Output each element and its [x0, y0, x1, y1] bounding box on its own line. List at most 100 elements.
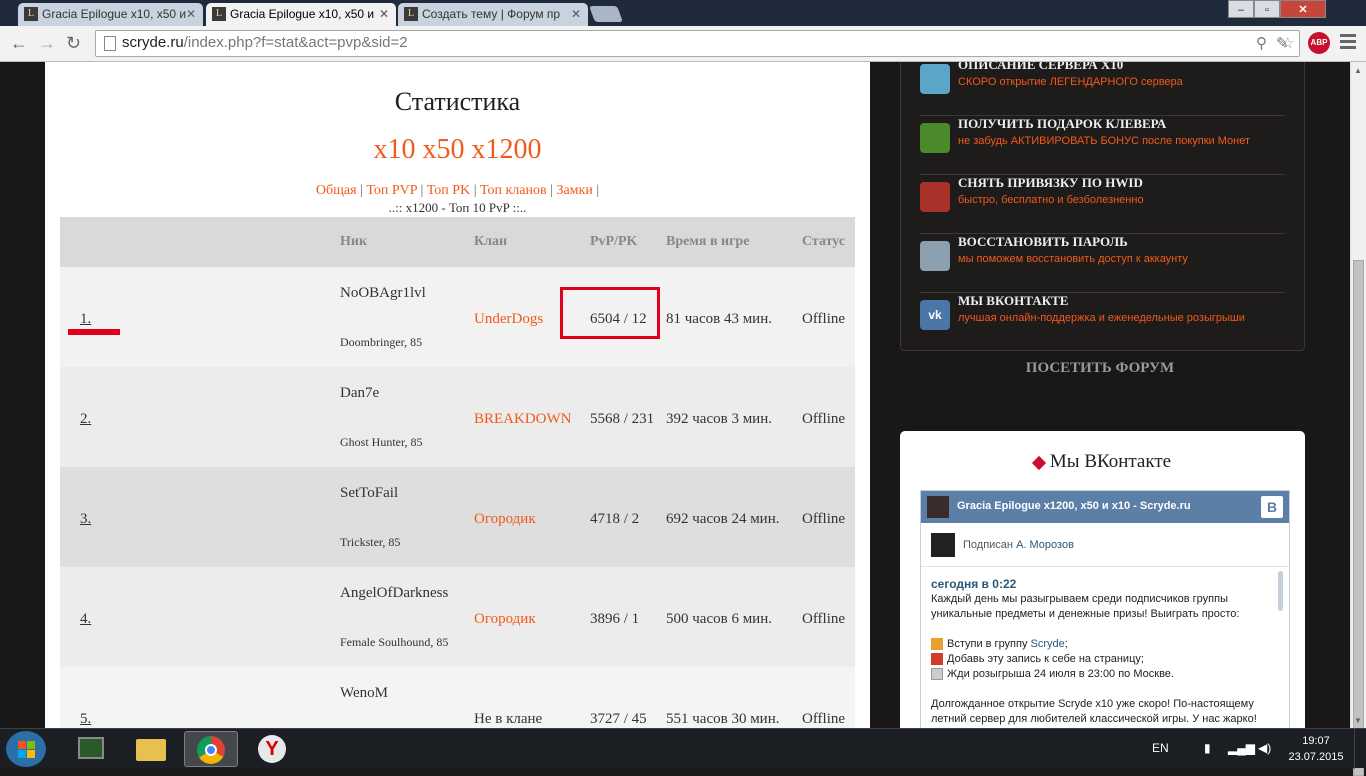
- adblock-icon[interactable]: ABP: [1308, 32, 1330, 54]
- visit-forum-link[interactable]: ПОСЕТИТЬ ФОРУМ: [900, 360, 1300, 377]
- clock-time: 19:07: [1302, 735, 1330, 747]
- rank-link[interactable]: 5.: [80, 711, 91, 728]
- play-time: 692 часов 24 мин.: [666, 511, 780, 527]
- subscribed-prefix: Подписан: [963, 538, 1013, 551]
- browser-tab-3[interactable]: L Создать тему | Форум пр ✕: [398, 3, 588, 26]
- scroll-up-arrow-icon[interactable]: ▲: [1354, 66, 1362, 75]
- player-class: Ghost Hunter, 85: [340, 435, 423, 449]
- table-row: 5. WenoM Не в клане 3727 / 45 551 часов …: [60, 667, 855, 728]
- vk-post: сегодня в 0:22 Каждый день мы разыгрывае…: [931, 577, 1271, 727]
- scryde-link[interactable]: Scryde: [1031, 638, 1065, 650]
- network-icon[interactable]: ▂▄▆: [1228, 741, 1255, 755]
- page-scrollbar[interactable]: ▲ ▼: [1350, 62, 1366, 776]
- stats-nav: Общая | Топ PVP | Топ PK | Топ кланов | …: [315, 183, 600, 198]
- reload-icon[interactable]: ↻: [66, 34, 81, 52]
- chrome-center: [205, 744, 217, 756]
- address-bar[interactable]: scryde.ru/index.php?f=stat&act=pvp&sid=2…: [95, 30, 1300, 57]
- tab-title: Gracia Epilogue x10, x50 и: [230, 7, 375, 21]
- sidebar-item-hwid[interactable]: СНЯТЬ ПРИВЯЗКУ ПО HWID быстро, бесплатно…: [920, 175, 1285, 234]
- player-clan-link[interactable]: Огородик: [474, 511, 536, 528]
- taskbar-app-chrome[interactable]: [184, 731, 238, 767]
- forward-arrow-icon[interactable]: →: [38, 34, 56, 52]
- vk-widget-header[interactable]: Gracia Epilogue x1200, x50 и x10 - Scryd…: [921, 491, 1289, 523]
- subscriber-name[interactable]: А. Морозов: [1016, 539, 1074, 551]
- taskbar-app-yandex[interactable]: Y: [246, 731, 300, 767]
- language-indicator[interactable]: EN: [1152, 741, 1169, 755]
- post-step: Жди розыгрыша 24 июля в 23:00 по Москве.: [931, 667, 1271, 682]
- vk-scrollbar[interactable]: [1278, 571, 1283, 611]
- power-icon[interactable]: ▮: [1204, 741, 1211, 755]
- post-time[interactable]: сегодня в 0:22: [931, 577, 1271, 592]
- taskbar-app-monitor[interactable]: [64, 731, 118, 767]
- minimize-button[interactable]: –: [1228, 0, 1254, 18]
- browser-tab-strip: L Gracia Epilogue x10, x50 и ✕ L Gracia …: [0, 0, 1366, 26]
- tab-close-icon[interactable]: ✕: [379, 3, 389, 26]
- sidebar-item-restore-password[interactable]: ВОССТАНОВИТЬ ПАРОЛЬ мы поможем восстанов…: [920, 234, 1285, 293]
- table-header: Ник Клан PvP/PK Время в игре Статус: [60, 217, 855, 267]
- group-name[interactable]: Gracia Epilogue x1200, x50 и x10 - Scryd…: [957, 500, 1191, 512]
- site-favicon-icon: L: [212, 7, 226, 21]
- maximize-button[interactable]: ▫: [1254, 0, 1280, 18]
- header-time: Время в игре: [666, 234, 750, 249]
- rank-link[interactable]: 3.: [80, 511, 91, 528]
- link-general[interactable]: Общая: [316, 183, 357, 198]
- player-nick: Dan7e: [340, 385, 380, 401]
- back-arrow-icon[interactable]: ←: [10, 34, 28, 52]
- bookmark-star-icon[interactable]: ☆: [1281, 34, 1294, 52]
- rank-link[interactable]: 4.: [80, 611, 91, 628]
- show-desktop-button[interactable]: [1354, 729, 1366, 769]
- browser-tab-1[interactable]: L Gracia Epilogue x10, x50 и ✕: [18, 3, 203, 26]
- scrollbar-thumb[interactable]: [1353, 260, 1364, 776]
- play-time: 500 часов 6 мин.: [666, 611, 772, 627]
- stats-panel: Статистика x10 x50 x1200 Общая | Топ PVP…: [45, 62, 870, 728]
- tab-close-icon[interactable]: ✕: [186, 3, 196, 26]
- new-tab-button[interactable]: [589, 6, 623, 22]
- link-castles[interactable]: Замки: [556, 183, 592, 198]
- volume-icon[interactable]: ◀): [1258, 741, 1271, 755]
- filter-icon[interactable]: ⚲: [1256, 34, 1267, 52]
- browser-toolbar: ← → ↻ scryde.ru/index.php?f=stat&act=pvp…: [0, 26, 1366, 62]
- player-nick: AngelOfDarkness: [340, 585, 449, 601]
- start-button[interactable]: [6, 731, 46, 767]
- player-class: Trickster, 85: [340, 535, 401, 549]
- page-icon: [104, 36, 116, 51]
- player-clan-link[interactable]: UnderDogs: [474, 311, 543, 328]
- chrome-menu-icon[interactable]: [1340, 34, 1356, 52]
- rank-link[interactable]: 2.: [80, 411, 91, 428]
- online-status: Offline: [802, 411, 846, 427]
- pvp-pk-value: 5568 / 231: [590, 411, 655, 427]
- player-clan-link[interactable]: Огородик: [474, 611, 536, 628]
- scroll-down-arrow-icon[interactable]: ▼: [1354, 716, 1362, 725]
- sidebar-item-vk[interactable]: vk МЫ ВКОНТАКТЕ лучшая онлайн-поддержка …: [920, 293, 1285, 351]
- menu-item-title: ОПИСАНИЕ СЕРВЕРА Х10: [958, 62, 1124, 72]
- menu-item-title: ВОССТАНОВИТЬ ПАРОЛЬ: [958, 234, 1128, 249]
- close-window-button[interactable]: ✕: [1280, 0, 1326, 18]
- group-avatar: [927, 496, 949, 518]
- server-description-icon: [920, 64, 950, 94]
- vk-panel: Мы ВКонтакте Gracia Epilogue x1200, x50 …: [900, 431, 1305, 728]
- tab-close-icon[interactable]: ✕: [571, 3, 581, 26]
- taskbar-app-explorer[interactable]: [124, 731, 178, 767]
- link-top-pk[interactable]: Топ PK: [427, 183, 470, 198]
- system-clock[interactable]: 19:07 23.07.2015: [1284, 733, 1348, 765]
- menu-item-subtitle: быстро, бесплатно и безболезненно: [958, 194, 1144, 206]
- sidebar-item-clover-gift[interactable]: ПОЛУЧИТЬ ПОДАРОК КЛЕВЕРА не забудь АКТИВ…: [920, 116, 1285, 175]
- player-nick: SetToFail: [340, 485, 399, 501]
- yandex-icon: Y: [258, 735, 286, 763]
- red-highlight-box: [560, 287, 660, 339]
- post-line: летний сервер для любителей классической…: [931, 713, 1257, 725]
- header-status: Статус: [802, 234, 846, 249]
- rank-link[interactable]: 1.: [80, 311, 91, 328]
- link-top-clans[interactable]: Топ кланов: [480, 183, 547, 198]
- pin-icon: [931, 653, 943, 666]
- browser-tab-2[interactable]: L Gracia Epilogue x10, x50 и ✕: [206, 3, 396, 26]
- sidebar-item-server-description[interactable]: ОПИСАНИЕ СЕРВЕРА Х10 СКОРО открытие ЛЕГЕ…: [920, 62, 1285, 116]
- link-top-pvp[interactable]: Топ PVP: [366, 183, 417, 198]
- diamond-icon: [1031, 455, 1046, 470]
- play-time: 81 часов 43 мин.: [666, 311, 772, 327]
- online-status: Offline: [802, 611, 846, 627]
- player-clan-link[interactable]: BREAKDOWN: [474, 411, 572, 428]
- clock-date: 23.07.2015: [1288, 751, 1344, 763]
- hwid-icon: [920, 182, 950, 212]
- post-step: Добавь эту запись к себе на страницу;: [931, 652, 1271, 667]
